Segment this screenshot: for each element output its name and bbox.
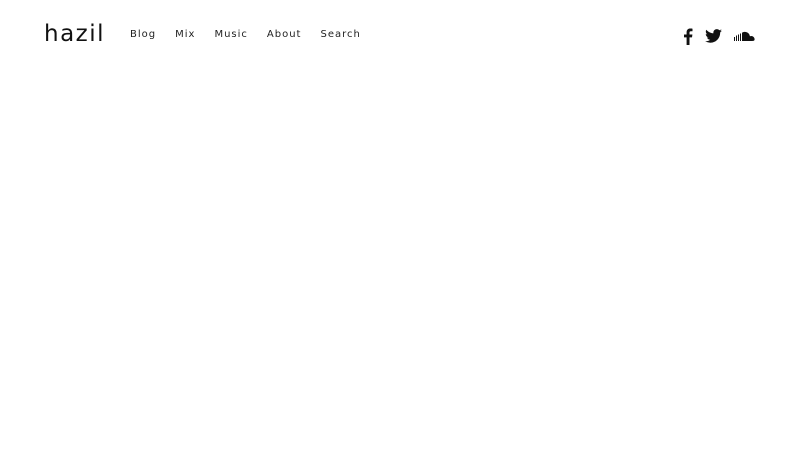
soundcloud-icon: [734, 31, 755, 41]
nav-link-blog[interactable]: Blog: [130, 28, 156, 42]
twitter-link[interactable]: [705, 29, 722, 43]
page: hazil Blog Mix Music About Search: [0, 0, 800, 456]
nav-item-about: About: [267, 28, 321, 42]
nav-link-music[interactable]: Music: [214, 28, 247, 42]
nav-link-about[interactable]: About: [267, 28, 302, 42]
main-nav-list: Blog Mix Music About Search: [130, 28, 380, 42]
nav-item-mix: Mix: [175, 28, 214, 42]
nav-item-blog: Blog: [130, 28, 175, 42]
social-links: [683, 26, 758, 46]
nav-link-mix[interactable]: Mix: [175, 28, 195, 42]
facebook-link[interactable]: [683, 28, 693, 45]
facebook-icon: [684, 28, 693, 45]
nav-item-search: Search: [320, 28, 379, 42]
site-header: hazil Blog Mix Music About Search: [0, 0, 800, 70]
nav-link-search[interactable]: Search: [320, 28, 360, 42]
site-logo-link[interactable]: hazil: [44, 19, 105, 49]
nav-item-music: Music: [214, 28, 266, 42]
soundcloud-link[interactable]: [734, 31, 758, 42]
twitter-icon: [705, 29, 722, 43]
